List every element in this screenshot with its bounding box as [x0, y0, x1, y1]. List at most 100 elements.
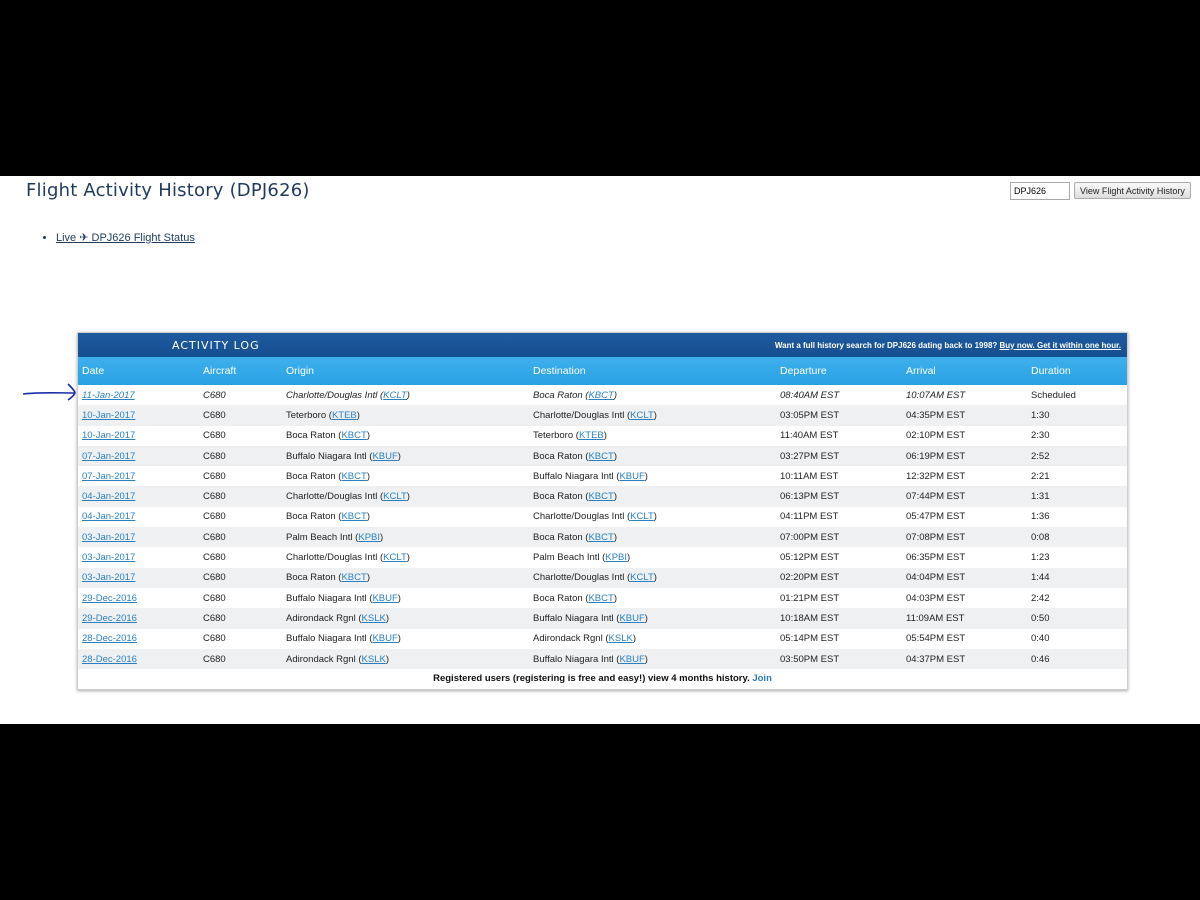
table-row: 07-Jan-2017 C680 Boca Raton (KBCT) Buffalo … — [78, 466, 1127, 487]
aircraft-cell: C680 — [203, 389, 226, 401]
origin-code-link[interactable]: KBCT — [341, 471, 366, 482]
flight-ident-input[interactable] — [1010, 182, 1070, 200]
origin-cell: Boca Raton (KBCT) — [286, 430, 370, 442]
column-header[interactable]: Origin — [282, 357, 529, 385]
join-link[interactable]: Join — [752, 673, 772, 684]
destination-code-link[interactable]: KBCT — [588, 390, 613, 401]
column-header[interactable]: Aircraft — [199, 357, 282, 385]
date-link[interactable]: 07-Jan-2017 — [82, 471, 135, 482]
destination-cell: Buffalo Niagara Intl (KBUF) — [533, 470, 648, 482]
table-header-row: Date Aircraft Origin Destination Departu… — [78, 357, 1127, 385]
origin-code-link[interactable]: KCLT — [383, 491, 407, 502]
column-header[interactable]: Arrival — [902, 357, 1027, 385]
origin-name: Teterboro — [286, 409, 327, 421]
date-cell: 07-Jan-2017 — [78, 466, 199, 486]
origin-code-link[interactable]: KBCT — [341, 430, 366, 441]
origin-code-link[interactable]: KBUF — [372, 593, 397, 604]
destination-name: Boca Raton — [533, 389, 583, 401]
duration-cell: 2:30 — [1031, 430, 1050, 442]
aircraft-cell: C680 — [203, 430, 226, 442]
column-header[interactable]: Date — [78, 357, 199, 385]
destination-code-link[interactable]: KBUF — [619, 654, 644, 665]
destination-code-link[interactable]: KBUF — [619, 613, 644, 624]
date-link[interactable]: 04-Jan-2017 — [82, 491, 135, 502]
destination-code-link[interactable]: KTEB — [579, 430, 604, 441]
destination-cell: Palm Beach Intl (KPBI) — [533, 552, 631, 564]
date-link[interactable]: 10-Jan-2017 — [82, 430, 135, 441]
live-status-link[interactable]: Live ✈ DPJ626 Flight Status — [56, 232, 195, 244]
aircraft-cell: C680 — [203, 491, 226, 503]
departure-cell: 02:20PM EST — [780, 572, 840, 584]
arrival-cell: 05:47PM EST — [906, 511, 966, 523]
table-row: 11-Jan-2017 C680 Charlotte/Douglas Intl (K… — [78, 385, 1127, 406]
origin-cell: Buffalo Niagara Intl (KBUF) — [286, 592, 401, 604]
destination-code-link[interactable]: KSLK — [609, 633, 633, 644]
date-cell: 11-Jan-2017 — [78, 385, 199, 405]
view-history-button[interactable]: View Flight Activity History — [1074, 182, 1191, 199]
links-list: Live ✈ DPJ626 Flight Status — [46, 231, 195, 244]
origin-name: Charlotte/Douglas Intl — [286, 389, 378, 401]
origin-code-link[interactable]: KBCT — [341, 572, 366, 583]
origin-cell: Buffalo Niagara Intl (KBUF) — [286, 633, 401, 645]
column-header[interactable]: Destination — [529, 357, 776, 385]
table-row: 03-Jan-2017 C680 Charlotte/Douglas Intl (K… — [78, 547, 1127, 568]
departure-cell: 03:50PM EST — [780, 653, 840, 665]
destination-code-link[interactable]: KBUF — [619, 471, 644, 482]
origin-code-link[interactable]: KSLK — [362, 613, 386, 624]
departure-cell: 10:18AM EST — [780, 612, 840, 624]
date-link[interactable]: 07-Jan-2017 — [82, 451, 135, 462]
destination-code-link[interactable]: KBCT — [588, 451, 613, 462]
origin-code-link[interactable]: KCLT — [383, 552, 407, 563]
destination-cell: Charlotte/Douglas Intl (KCLT) — [533, 511, 657, 523]
column-header[interactable]: Duration — [1027, 357, 1127, 385]
origin-code-link[interactable]: KSLK — [362, 654, 386, 665]
origin-name: Charlotte/Douglas Intl — [286, 552, 378, 564]
origin-code-link[interactable]: KBUF — [372, 451, 397, 462]
date-link[interactable]: 28-Dec-2016 — [82, 633, 137, 644]
duration-cell: Scheduled — [1031, 389, 1076, 401]
destination-code-link[interactable]: KBCT — [588, 593, 613, 604]
origin-code-link[interactable]: KTEB — [332, 410, 357, 421]
departure-cell: 11:40AM EST — [780, 430, 839, 442]
destination-cell: Boca Raton (KBCT) — [533, 491, 617, 503]
destination-code-link[interactable]: KBCT — [588, 532, 613, 543]
date-link[interactable]: 10-Jan-2017 — [82, 410, 135, 421]
date-link[interactable]: 04-Jan-2017 — [82, 511, 135, 522]
date-link[interactable]: 28-Dec-2016 — [82, 654, 137, 665]
date-link[interactable]: 29-Dec-2016 — [82, 593, 137, 604]
column-header[interactable]: Departure — [776, 357, 902, 385]
destination-name: Charlotte/Douglas Intl — [533, 572, 625, 584]
origin-code-link[interactable]: KCLT — [383, 390, 407, 401]
destination-code-link[interactable]: KCLT — [630, 511, 654, 522]
departure-cell: 03:27PM EST — [780, 450, 840, 462]
date-link[interactable]: 03-Jan-2017 — [82, 572, 135, 583]
destination-name: Boca Raton — [533, 491, 583, 503]
date-cell: 03-Jan-2017 — [78, 527, 199, 547]
departure-cell: 06:13PM EST — [780, 491, 840, 503]
date-link[interactable]: 11-Jan-2017 — [82, 390, 135, 401]
buy-now-link[interactable]: Buy now. Get it within one hour. — [1000, 341, 1121, 350]
origin-name: Charlotte/Douglas Intl — [286, 491, 378, 503]
aircraft-cell: C680 — [203, 592, 226, 604]
destination-code-link[interactable]: KBCT — [588, 491, 613, 502]
destination-code-link[interactable]: KCLT — [630, 572, 654, 583]
origin-cell: Charlotte/Douglas Intl (KCLT) — [286, 552, 410, 564]
date-cell: 29-Dec-2016 — [78, 588, 199, 608]
destination-name: Boca Raton — [533, 450, 583, 462]
date-link[interactable]: 03-Jan-2017 — [82, 552, 135, 563]
origin-name: Boca Raton — [286, 511, 336, 523]
destination-code-link[interactable]: KCLT — [630, 410, 654, 421]
date-link[interactable]: 29-Dec-2016 — [82, 613, 137, 624]
table-row: 03-Jan-2017 C680 Palm Beach Intl (KPBI) Boc… — [78, 527, 1127, 548]
origin-code-link[interactable]: KPBI — [358, 532, 380, 543]
origin-cell: Teterboro (KTEB) — [286, 409, 360, 421]
activity-table: Date Aircraft Origin Destination Departu… — [78, 357, 1127, 670]
destination-code-link[interactable]: KPBI — [605, 552, 627, 563]
arrival-cell: 06:35PM EST — [906, 552, 966, 564]
aircraft-cell: C680 — [203, 470, 226, 482]
date-link[interactable]: 03-Jan-2017 — [82, 532, 135, 543]
origin-code-link[interactable]: KBUF — [372, 633, 397, 644]
origin-cell: Charlotte/Douglas Intl (KCLT) — [286, 491, 410, 503]
destination-cell: Charlotte/Douglas Intl (KCLT) — [533, 409, 657, 421]
origin-code-link[interactable]: KBCT — [341, 511, 366, 522]
